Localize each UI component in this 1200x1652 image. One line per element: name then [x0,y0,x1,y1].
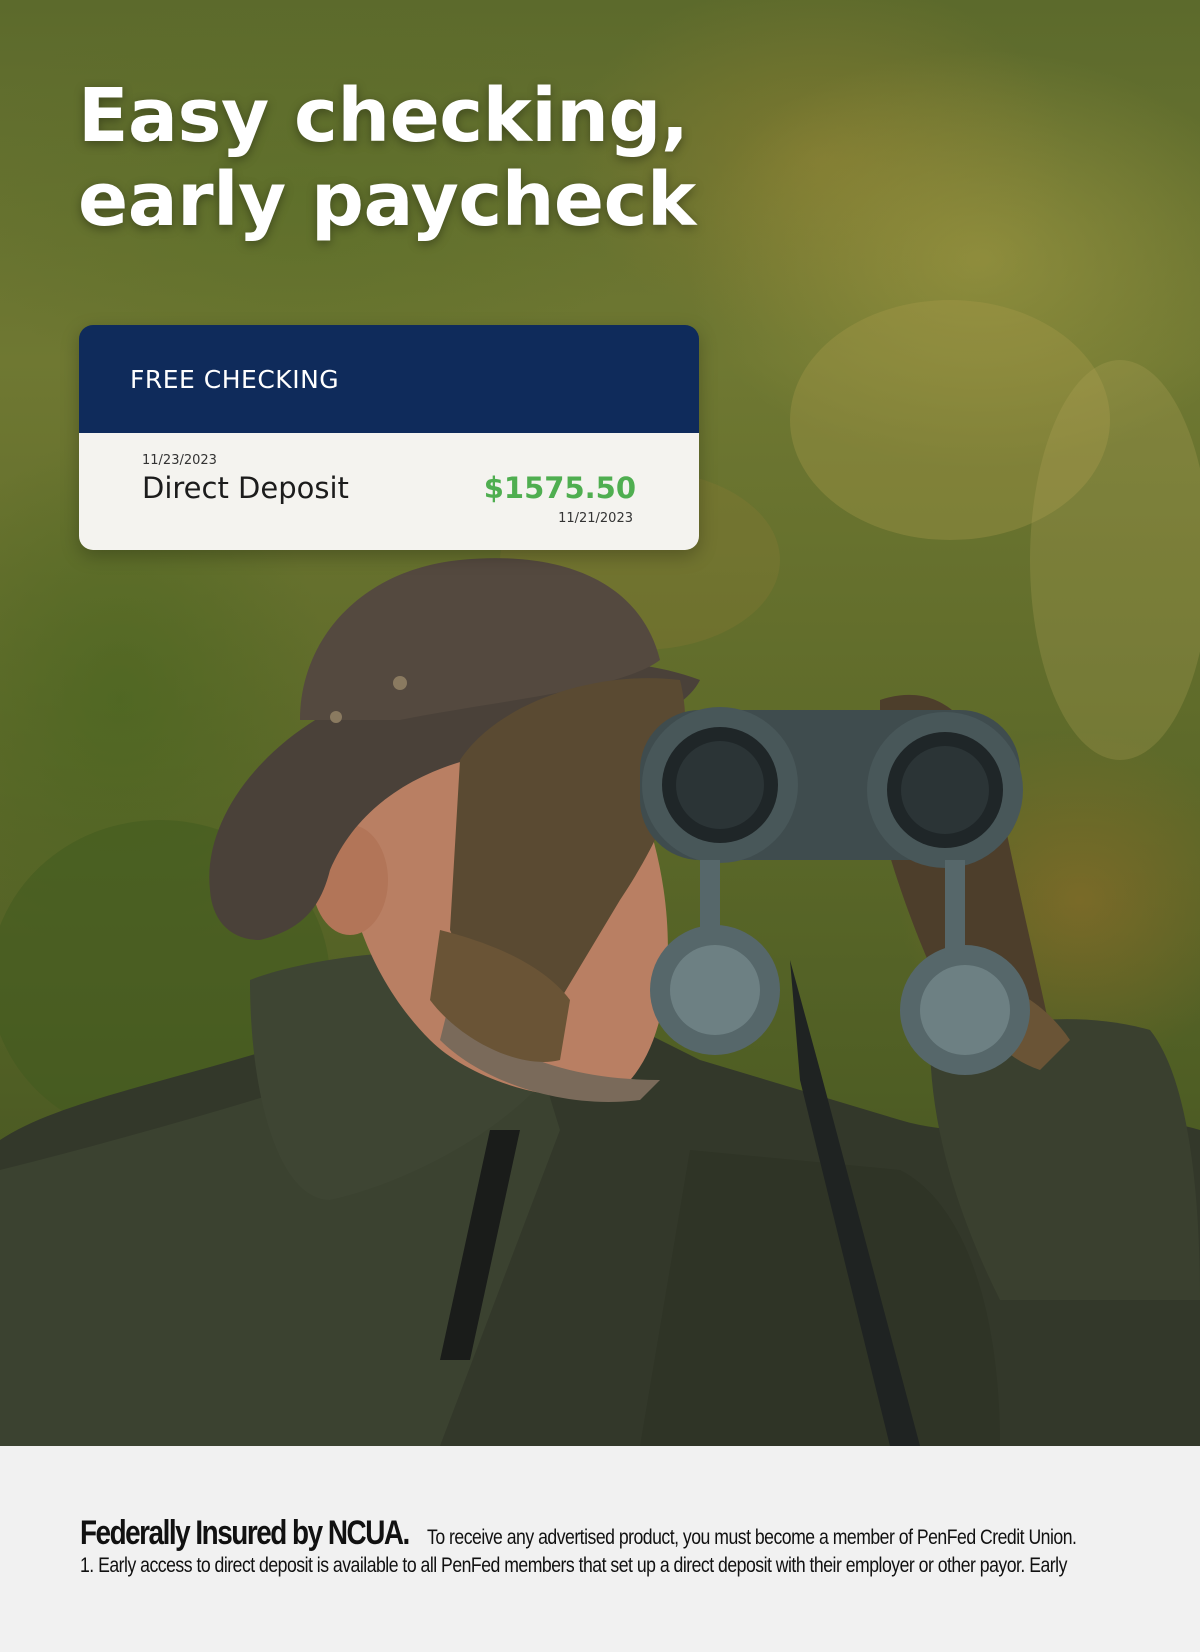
transaction-amount: $1575.50 [483,471,636,505]
headline-line-1: Easy checking, [78,73,689,159]
transaction-row: 11/23/2023 Direct Deposit $1575.50 11/21… [79,433,699,550]
ncua-statement: Federally Insured by NCUA. [80,1514,410,1552]
account-card: FREE CHECKING 11/23/2023 Direct Deposit … [79,325,699,550]
early-access-disclosure: 1. Early access to direct deposit is ava… [80,1554,1067,1577]
membership-note: To receive any advertised product, you m… [427,1526,1077,1549]
account-card-header: FREE CHECKING [79,325,699,433]
disclosure-line-1: Federally Insured by NCUA. To receive an… [80,1514,1200,1553]
account-type-label: FREE CHECKING [130,365,340,394]
disclosure-footer: Federally Insured by NCUA. To receive an… [0,1446,1200,1652]
transaction-early-date: 11/21/2023 [558,511,633,526]
page-title: Easy checking, early paycheck [78,74,696,242]
transaction-description: Direct Deposit [142,471,349,505]
transaction-posted-date: 11/23/2023 [142,453,217,468]
headline-line-2: early paycheck [78,157,696,243]
